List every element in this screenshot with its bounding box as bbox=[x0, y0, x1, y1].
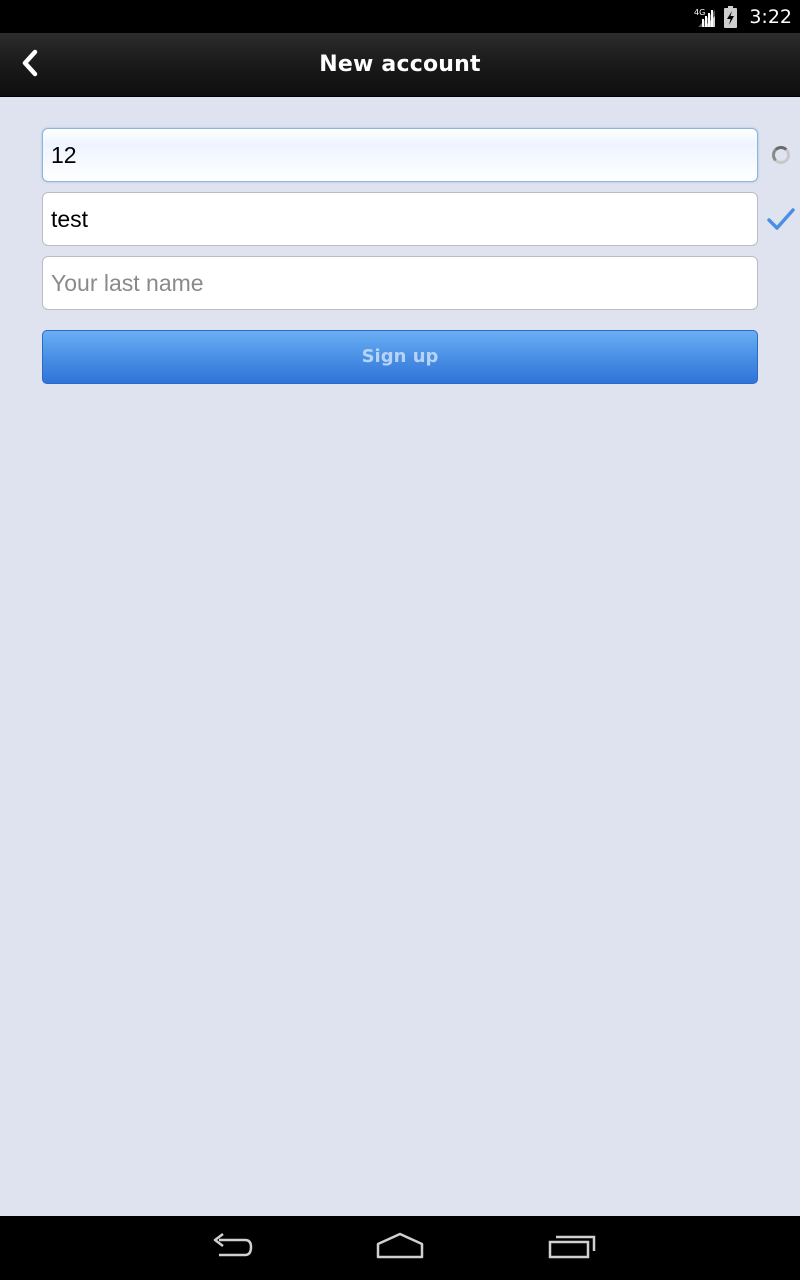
field-row-2 bbox=[42, 192, 795, 246]
sign-up-button[interactable]: Sign up bbox=[42, 330, 758, 384]
page-title: New account bbox=[319, 52, 481, 77]
checkmark-icon bbox=[766, 204, 796, 234]
recent-apps-icon bbox=[546, 1231, 596, 1266]
status-time: 3:22 bbox=[749, 5, 792, 28]
last-name-input[interactable] bbox=[42, 256, 758, 310]
first-name-input[interactable] bbox=[42, 192, 758, 246]
loading-spinner-icon bbox=[766, 140, 796, 170]
nav-back-button[interactable] bbox=[199, 1228, 259, 1268]
field-row-3 bbox=[42, 256, 758, 310]
navigation-bar bbox=[0, 1216, 800, 1280]
nav-recents-button[interactable] bbox=[541, 1228, 601, 1268]
network-type-label: 4G bbox=[694, 8, 705, 17]
back-arrow-icon bbox=[205, 1231, 253, 1266]
signup-form: Sign up bbox=[42, 128, 795, 384]
action-bar: New account bbox=[0, 33, 800, 97]
home-icon bbox=[374, 1231, 426, 1266]
status-icons: 4G 3:22 bbox=[694, 0, 792, 33]
first-field-input[interactable] bbox=[42, 128, 758, 182]
cell-signal-icon: 4G bbox=[694, 6, 716, 28]
field-row-1 bbox=[42, 128, 790, 182]
screen: 4G 3:22 New account 12 test Your last na… bbox=[0, 0, 800, 1280]
nav-home-button[interactable] bbox=[370, 1228, 430, 1268]
battery-charging-icon bbox=[724, 5, 738, 28]
status-bar: 4G 3:22 bbox=[0, 0, 800, 33]
